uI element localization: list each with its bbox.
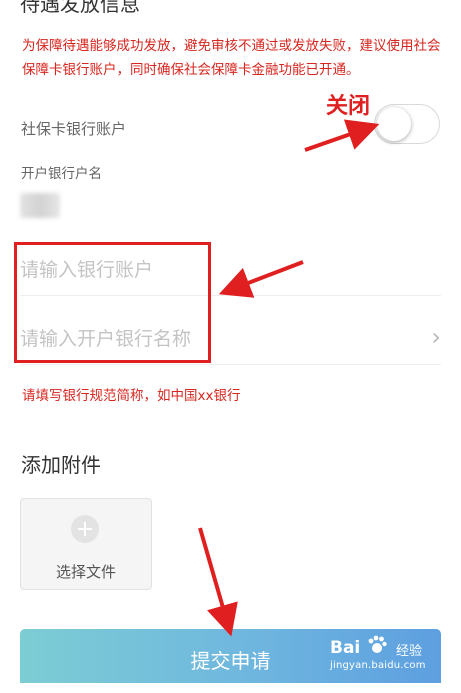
annotation-arrows [198,119,380,637]
watermark-brand: Bai [330,638,361,658]
paw-icon [368,635,387,653]
baidu-jingyan-watermark: Bai 经验 jingyan.baidu.com [330,635,452,676]
watermark-product: 经验 [396,644,423,659]
watermark-url: jingyan.baidu.com [330,660,426,671]
arrow-to-submit-icon [198,527,238,637]
arrow-to-toggle-icon [304,119,380,152]
arrow-to-inputs-icon [218,260,304,298]
